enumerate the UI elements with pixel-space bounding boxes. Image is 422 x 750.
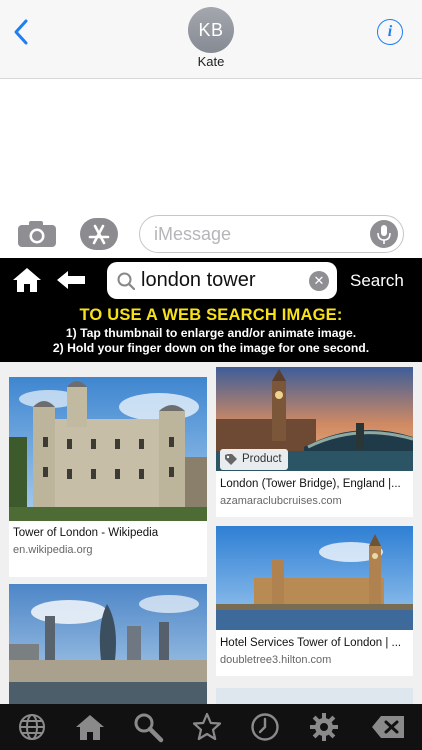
dictation-button[interactable] [370, 220, 398, 248]
result-title: Hotel Services Tower of London | ... [220, 637, 402, 649]
home-icon [13, 268, 41, 292]
clock-icon [251, 713, 279, 741]
tower-of-london-image [9, 377, 207, 521]
product-tag: Product [220, 449, 288, 470]
home-button[interactable] [12, 266, 42, 294]
home-tab-button[interactable] [74, 711, 106, 743]
result-card[interactable]: Tower of London - Wikipedia en.wikipedia… [9, 377, 207, 577]
delete-icon [372, 716, 404, 738]
message-input-field[interactable] [139, 215, 404, 253]
result-card[interactable]: Product London (Tower Bridge), England |… [216, 367, 413, 517]
instructions-banner: TO USE A WEB SEARCH IMAGE: 1) Tap thumbn… [0, 306, 422, 355]
search-box[interactable]: ✕ [107, 262, 337, 299]
result-title: London (Tower Bridge), England |... [220, 478, 401, 490]
favorites-button[interactable] [191, 711, 223, 743]
instruction-step-1: 1) Tap thumbnail to enlarge and/or anima… [65, 326, 357, 340]
gear-icon [310, 713, 338, 741]
search-icon [134, 713, 164, 743]
search-button[interactable]: Search [350, 271, 404, 291]
clear-search-button[interactable]: ✕ [309, 271, 329, 291]
back-button[interactable] [10, 17, 34, 47]
imessage-input[interactable] [154, 216, 364, 252]
messages-screen: KB Kate i iMessage london tower ✕ Search… [0, 0, 422, 750]
info-icon: i [387, 23, 393, 40]
result-thumbnail[interactable] [216, 526, 413, 630]
contact-name[interactable]: Kate [0, 54, 422, 69]
history-button[interactable] [249, 711, 281, 743]
home-icon [76, 715, 104, 740]
conversation-header: KB Kate i [0, 0, 422, 79]
microphone-icon [377, 225, 391, 244]
instruction-step-2: 2) Hold your finger down on the image fo… [52, 341, 370, 355]
back-arrow-button[interactable] [56, 270, 86, 290]
app-store-button[interactable] [80, 218, 118, 250]
result-thumbnail[interactable]: Product [216, 367, 413, 471]
star-icon [192, 712, 222, 741]
contact-avatar[interactable]: KB [188, 7, 234, 53]
result-card[interactable] [9, 584, 207, 704]
search-icon [117, 272, 135, 290]
web-button[interactable] [16, 711, 48, 743]
result-thumbnail[interactable] [9, 584, 207, 704]
delete-button[interactable] [370, 711, 406, 743]
instructions-title: TO USE A WEB SEARCH IMAGE: [79, 306, 343, 324]
result-domain: en.wikipedia.org [13, 544, 93, 556]
result-title: Tower of London - Wikipedia [13, 527, 159, 539]
search-tab-button[interactable] [132, 711, 164, 743]
result-card[interactable] [216, 688, 413, 704]
result-card[interactable]: Hotel Services Tower of London | ... dou… [216, 526, 413, 676]
image-search-app: ✕ Search TO USE A WEB SEARCH IMAGE: 1) T… [0, 258, 422, 750]
bottom-toolbar [0, 704, 422, 750]
city-skyline-image [9, 584, 207, 704]
result-domain: doubletree3.hilton.com [220, 654, 332, 666]
search-input[interactable] [141, 262, 305, 299]
camera-button[interactable] [17, 220, 57, 248]
chevron-left-icon [14, 19, 28, 45]
result-domain: azamaraclubcruises.com [220, 495, 342, 507]
parliament-image [216, 526, 413, 630]
tag-icon [225, 454, 237, 465]
image-results-grid: Tower of London - Wikipedia en.wikipedia… [0, 362, 422, 704]
product-tag-label: Product [242, 453, 282, 465]
settings-button[interactable] [308, 711, 340, 743]
app-store-icon [88, 224, 110, 245]
camera-icon [18, 221, 56, 247]
arrow-left-icon [57, 271, 85, 289]
globe-icon [19, 714, 45, 740]
info-button[interactable]: i [377, 19, 403, 45]
result-thumbnail[interactable] [9, 377, 207, 521]
